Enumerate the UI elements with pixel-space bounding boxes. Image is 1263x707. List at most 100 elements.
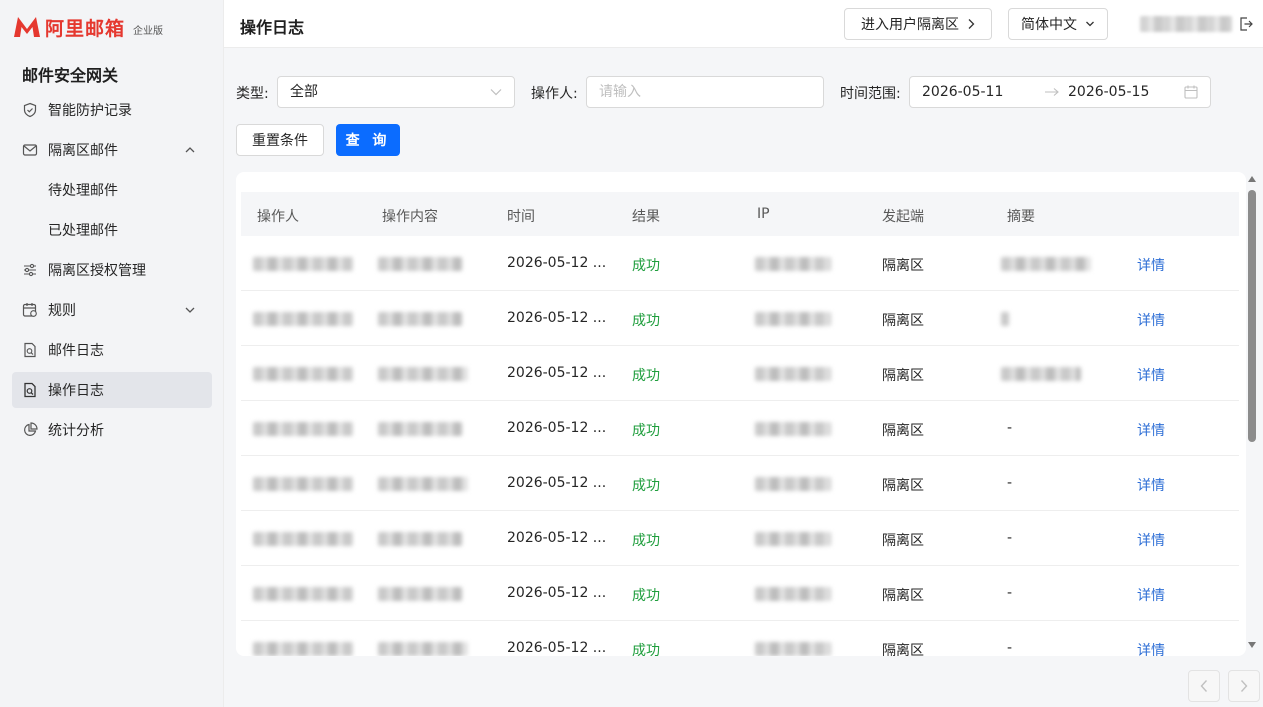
detail-link[interactable]: 详情	[1137, 255, 1165, 275]
logout-icon[interactable]	[1238, 16, 1254, 32]
detail-link[interactable]: 详情	[1137, 585, 1165, 605]
scroll-down-icon[interactable]	[1248, 642, 1256, 648]
sidebar-item-pending-mail[interactable]: 待处理邮件	[12, 172, 212, 208]
table-row: 2026-05-12 ... 成功 隔离区 - 详情	[241, 566, 1239, 621]
scrollbar-thumb[interactable]	[1248, 190, 1256, 442]
range-start-date[interactable]: 2026-05-11	[922, 84, 1003, 100]
sidebar-item-operation-log[interactable]: 操作日志	[12, 372, 212, 408]
operation-cell-redacted	[378, 587, 462, 601]
summary-cell: -	[1007, 420, 1013, 436]
detail-link[interactable]: 详情	[1137, 365, 1165, 385]
sidebar-item-mail-log[interactable]: 邮件日志	[12, 332, 212, 368]
table-row: 2026-05-12 ... 成功 隔离区 - 详情	[241, 621, 1239, 656]
result-cell: 成功	[632, 258, 660, 274]
source-cell: 隔离区	[882, 643, 924, 656]
source-cell: 隔离区	[882, 588, 924, 604]
ip-cell-redacted	[755, 587, 831, 601]
result-cell: 成功	[632, 313, 660, 329]
operator-cell-redacted	[253, 312, 353, 326]
language-select[interactable]: 简体中文	[1008, 8, 1108, 40]
sidebar-item-statistics[interactable]: 统计分析	[12, 412, 212, 448]
pie-chart-icon	[22, 422, 38, 438]
time-cell: 2026-05-12 ...	[507, 585, 607, 601]
time-cell: 2026-05-12 ...	[507, 640, 607, 656]
detail-link[interactable]: 详情	[1137, 475, 1165, 495]
operator-cell-redacted	[253, 642, 353, 656]
summary-cell-redacted	[1001, 312, 1009, 326]
summary-cell: -	[1007, 640, 1013, 656]
detail-link[interactable]: 详情	[1137, 530, 1165, 550]
sidebar: 阿里邮箱 企业版 邮件安全网关 智能防护记录 隔离区邮件 待处理邮件 已处理邮件	[0, 0, 224, 707]
chevron-up-icon	[185, 147, 195, 153]
source-cell: 隔离区	[882, 368, 924, 384]
sidebar-item-quarantine-auth[interactable]: 隔离区授权管理	[12, 252, 212, 288]
table-row: 2026-05-12 ... 成功 隔离区 详情	[241, 291, 1239, 346]
operation-cell-redacted	[378, 642, 468, 656]
reset-button[interactable]: 重置条件	[236, 124, 324, 156]
operator-cell-redacted	[253, 587, 353, 601]
source-cell: 隔离区	[882, 478, 924, 494]
summary-cell: -	[1007, 585, 1013, 601]
scroll-left-button[interactable]	[1188, 670, 1220, 702]
table-row: 2026-05-12 ... 成功 隔离区 详情	[241, 236, 1239, 291]
sidebar-item-protection-records[interactable]: 智能防护记录	[12, 92, 212, 128]
calendar-rule-icon	[22, 302, 38, 318]
detail-link[interactable]: 详情	[1137, 640, 1165, 656]
operator-label: 操作人:	[531, 86, 578, 102]
operator-input[interactable]	[586, 76, 824, 108]
sidebar-item-label: 隔离区授权管理	[48, 263, 146, 279]
result-cell: 成功	[632, 478, 660, 494]
col-operation: 操作内容	[382, 209, 438, 225]
detail-link[interactable]: 详情	[1137, 420, 1165, 440]
summary-cell-redacted	[1001, 367, 1081, 381]
chevron-down-icon	[185, 307, 195, 313]
sidebar-item-rules[interactable]: 规则	[12, 292, 212, 328]
table-row: 2026-05-12 ... 成功 隔离区 - 详情	[241, 401, 1239, 456]
ip-cell-redacted	[755, 257, 831, 271]
col-ip: IP	[757, 206, 770, 222]
arrow-right-icon	[1045, 88, 1059, 96]
scroll-up-icon[interactable]	[1248, 176, 1256, 182]
page-title: 操作日志	[240, 18, 305, 37]
operation-cell-redacted	[378, 477, 468, 491]
time-cell: 2026-05-12 ...	[507, 475, 607, 491]
time-cell: 2026-05-12 ...	[507, 420, 607, 436]
top-header: 操作日志 进入用户隔离区 简体中文	[224, 0, 1263, 48]
chevron-left-icon	[1200, 680, 1208, 692]
operation-cell-redacted	[378, 257, 462, 271]
log-table-card: 操作人 操作内容 时间 结果 IP 发起端 摘要 2026-05-12 ... …	[236, 172, 1246, 656]
sidebar-item-quarantine[interactable]: 隔离区邮件	[12, 132, 212, 168]
calendar-icon	[1184, 85, 1198, 99]
table-row: 2026-05-12 ... 成功 隔离区 - 详情	[241, 511, 1239, 566]
col-result: 结果	[632, 209, 660, 225]
sidebar-item-processed-mail[interactable]: 已处理邮件	[12, 212, 212, 248]
scroll-right-button[interactable]	[1228, 670, 1260, 702]
user-account[interactable]	[1140, 16, 1232, 32]
brand-logo[interactable]: 阿里邮箱 企业版	[12, 14, 163, 40]
col-source: 发起端	[882, 209, 924, 225]
chevron-right-icon	[1240, 680, 1248, 692]
result-cell: 成功	[632, 643, 660, 656]
summary-cell: -	[1007, 530, 1013, 546]
ip-cell-redacted	[755, 477, 831, 491]
sidebar-item-label: 智能防护记录	[48, 103, 132, 119]
sliders-icon	[22, 262, 38, 278]
type-select[interactable]: 全部	[277, 76, 515, 108]
sidebar-item-label: 邮件日志	[48, 343, 104, 359]
enter-quarantine-button[interactable]: 进入用户隔离区	[844, 8, 992, 40]
chevron-down-icon	[1086, 21, 1094, 27]
doc-search-icon	[22, 342, 38, 358]
table-header: 操作人 操作内容 时间 结果 IP 发起端 摘要	[241, 192, 1239, 236]
query-button[interactable]: 查 询	[336, 124, 400, 156]
type-label: 类型:	[236, 86, 269, 102]
table-row: 2026-05-12 ... 成功 隔离区 - 详情	[241, 456, 1239, 511]
brand-m-icon	[14, 17, 40, 37]
time-cell: 2026-05-12 ...	[507, 310, 607, 326]
range-end-date[interactable]: 2026-05-15	[1068, 84, 1149, 100]
date-range-picker[interactable]: 2026-05-11 2026-05-15	[909, 76, 1211, 108]
detail-link[interactable]: 详情	[1137, 310, 1165, 330]
sidebar-item-label: 操作日志	[48, 383, 104, 399]
sidebar-item-label: 统计分析	[48, 423, 104, 439]
sidebar-item-label: 隔离区邮件	[48, 143, 118, 159]
vertical-scrollbar[interactable]	[1246, 172, 1258, 656]
